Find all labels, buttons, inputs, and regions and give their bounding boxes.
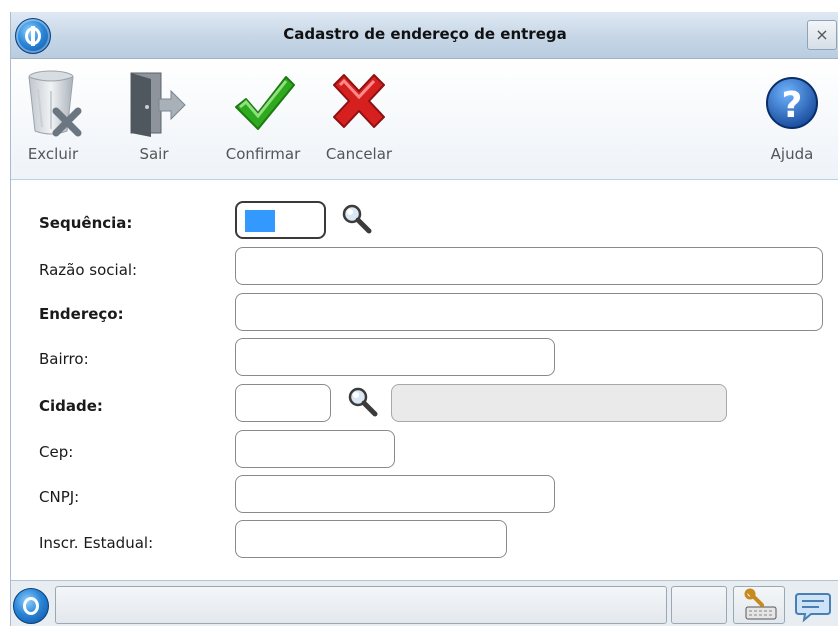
cancel-button[interactable]: Cancelar xyxy=(317,67,401,163)
status-message-panel xyxy=(55,586,667,624)
city-code-input[interactable] xyxy=(235,384,331,422)
window-title: Cadastro de endereço de entrega xyxy=(283,25,567,43)
cnpj-input[interactable] xyxy=(235,475,555,513)
trash-icon xyxy=(28,70,82,137)
cancel-label: Cancelar xyxy=(325,145,393,163)
zip-code-label: Cep: xyxy=(39,443,74,461)
status-logo-icon[interactable] xyxy=(13,588,49,624)
company-name-input[interactable] xyxy=(235,247,823,285)
checkmark-icon xyxy=(235,76,295,130)
state-registration-label: Inscr. Estadual: xyxy=(39,534,154,552)
address-input[interactable] xyxy=(235,293,823,331)
help-label: Ajuda xyxy=(770,145,814,163)
district-label: Bairro: xyxy=(39,350,89,368)
exit-label: Sair xyxy=(139,145,169,163)
help-button[interactable]: ? Ajuda xyxy=(755,67,829,163)
text-selection-highlight xyxy=(245,210,275,232)
exit-button[interactable]: Sair xyxy=(119,67,189,163)
keyboard-wrench-icon xyxy=(744,588,777,620)
city-name-readonly xyxy=(391,384,727,422)
chat-bubble-icon xyxy=(795,593,831,623)
city-label: Cidade: xyxy=(39,397,103,415)
cnpj-label: CNPJ: xyxy=(39,488,80,506)
address-label: Endereço: xyxy=(39,305,124,323)
state-registration-input[interactable] xyxy=(235,520,507,558)
title-bar: Cadastro de endereço de entrega × xyxy=(11,12,838,59)
city-lookup-icon[interactable] xyxy=(345,384,379,418)
keyboard-settings-button[interactable] xyxy=(733,586,785,624)
confirm-label: Confirmar xyxy=(225,145,301,163)
cancel-x-icon xyxy=(333,74,385,128)
sequence-lookup-icon[interactable] xyxy=(339,201,373,235)
exit-door-icon xyxy=(130,72,186,137)
close-button[interactable]: × xyxy=(807,20,837,50)
zip-code-input[interactable] xyxy=(235,430,395,468)
cadastro-window: Cadastro de endereço de entrega × Exclui… xyxy=(10,12,838,626)
confirm-button[interactable]: Confirmar xyxy=(217,67,309,163)
toolbar: Excluir Sair Confirmar Cancelar ? Ajuda xyxy=(11,59,838,180)
status-bar xyxy=(11,580,838,626)
company-name-label: Razão social: xyxy=(39,261,138,279)
sequence-label: Sequência: xyxy=(39,214,133,232)
district-input[interactable] xyxy=(235,338,555,376)
chat-button[interactable] xyxy=(793,586,833,624)
sequence-input[interactable] xyxy=(235,201,326,239)
svg-text:?: ? xyxy=(782,85,803,126)
help-icon: ? xyxy=(766,77,818,129)
status-info-panel xyxy=(671,586,727,624)
delete-button[interactable]: Excluir xyxy=(13,67,93,163)
delete-label: Excluir xyxy=(27,145,79,163)
